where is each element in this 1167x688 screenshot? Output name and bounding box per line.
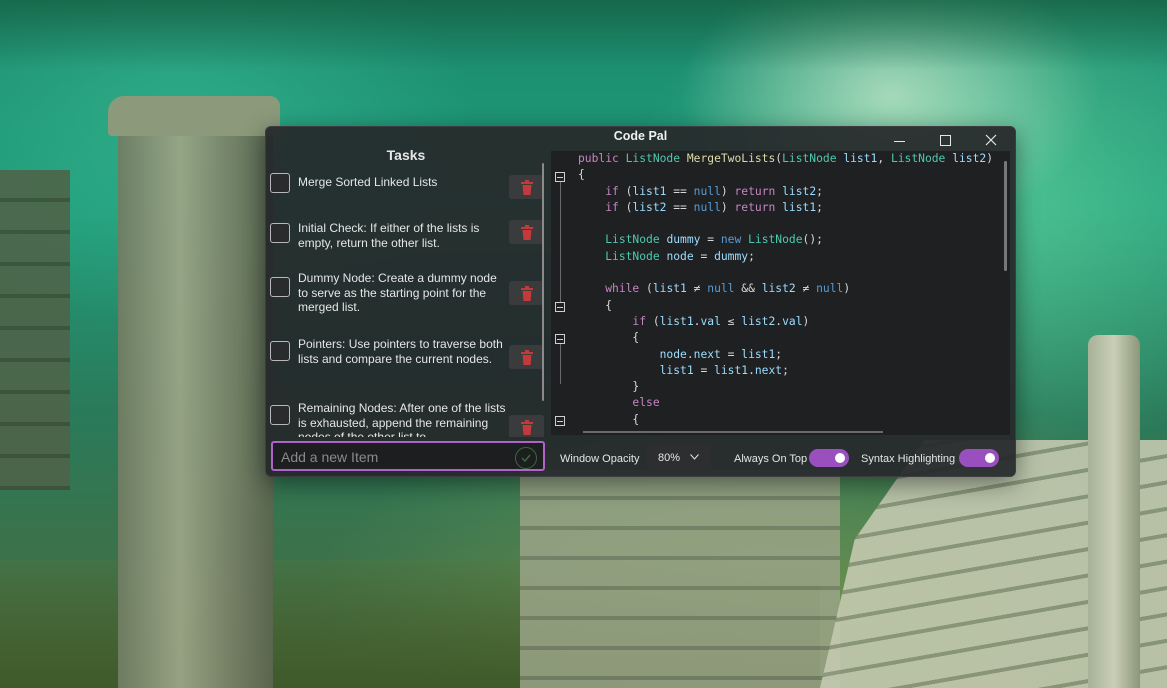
delete-task-button[interactable] <box>509 345 544 369</box>
code-line: ListNode node = dummy; <box>605 249 755 263</box>
background-pillar-left <box>118 100 273 688</box>
background-pillar-capital <box>108 96 280 136</box>
code-line: { <box>578 168 585 182</box>
opacity-value: 80% <box>658 452 681 464</box>
trash-icon <box>520 179 533 195</box>
task-text: Merge Sorted Linked Lists <box>298 175 438 189</box>
code-line: { <box>578 412 640 426</box>
add-item-box <box>271 441 545 471</box>
fold-guide <box>560 182 561 302</box>
task-text: Initial Check: If either of the lists is… <box>298 221 480 250</box>
code-line: public ListNode MergeTwoLists(ListNode l… <box>578 152 994 165</box>
code-line: list1 = list1.next; <box>659 363 789 377</box>
minimize-icon <box>893 140 905 142</box>
code-content: public ListNode MergeTwoLists(ListNode l… <box>578 151 993 428</box>
code-line: ListNode dummy = new ListNode(); <box>605 233 823 247</box>
syntax-highlighting-toggle[interactable] <box>959 449 999 467</box>
always-on-top-label: Always On Top <box>734 453 808 465</box>
editor-gutter <box>551 151 577 435</box>
task-checkbox[interactable] <box>270 173 290 193</box>
delete-task-button[interactable] <box>509 415 544 437</box>
fold-guide <box>560 344 561 384</box>
code-line: else <box>632 396 660 410</box>
close-button[interactable] <box>968 127 1014 153</box>
task-checkbox[interactable] <box>270 341 290 361</box>
check-icon <box>521 454 531 462</box>
task-list-scrollbar[interactable] <box>542 163 544 401</box>
close-icon <box>985 134 997 146</box>
code-line: } <box>578 380 640 394</box>
task-list[interactable]: Merge Sorted Linked Lists Initial Check:… <box>266 167 550 437</box>
code-line: { <box>578 298 613 312</box>
delete-task-button[interactable] <box>509 281 544 305</box>
task-text: Pointers: Use pointers to traverse both … <box>298 337 503 366</box>
delete-task-button[interactable] <box>509 175 544 199</box>
fold-toggle-icon[interactable] <box>555 334 565 344</box>
trash-icon <box>520 285 533 301</box>
code-line: if (list2 == null) return list1; <box>605 200 823 214</box>
fold-toggle-icon[interactable] <box>555 302 565 312</box>
code-line: while (list1 ≠ null && list2 ≠ null) <box>605 282 851 296</box>
code-line: if (list1.val ≤ list2.val) <box>632 314 810 328</box>
code-editor[interactable]: public ListNode MergeTwoLists(ListNode l… <box>551 151 1010 435</box>
tasks-heading: Tasks <box>386 147 426 163</box>
trash-icon <box>520 349 533 365</box>
code-line: node.next = list1; <box>659 347 783 361</box>
trash-icon <box>520 224 533 240</box>
background-pillar-right <box>1088 335 1140 688</box>
maximize-button[interactable] <box>922 127 968 153</box>
background-ruin-wall <box>0 170 70 490</box>
always-on-top-toggle[interactable] <box>809 449 849 467</box>
task-text: Dummy Node: Create a dummy node to serve… <box>298 271 497 314</box>
settings-bar: Window Opacity 80% Always On Top Syntax … <box>551 443 1011 473</box>
app-window: Code Pal Tasks Merge Sorted Linked Lists… <box>265 126 1016 477</box>
fold-toggle-icon[interactable] <box>555 416 565 426</box>
task-text: Remaining Nodes: After one of the lists … <box>298 401 506 437</box>
background-foliage <box>0 0 1167 70</box>
add-item-input[interactable] <box>279 446 511 468</box>
code-line: { <box>578 331 640 345</box>
opacity-label: Window Opacity <box>560 453 640 465</box>
editor-vertical-scrollbar[interactable] <box>1004 161 1007 271</box>
task-checkbox[interactable] <box>270 223 290 243</box>
opacity-dropdown[interactable]: 80% <box>647 443 711 471</box>
background-stone-wall <box>520 470 840 688</box>
editor-horizontal-scrollbar[interactable] <box>583 431 883 433</box>
code-line: if (list1 == null) return list2; <box>605 184 823 198</box>
add-item-confirm-button[interactable] <box>515 447 537 469</box>
minimize-button[interactable] <box>876 127 922 153</box>
syntax-highlighting-label: Syntax Highlighting <box>861 453 956 465</box>
task-checkbox[interactable] <box>270 405 290 425</box>
task-checkbox[interactable] <box>270 277 290 297</box>
fold-toggle-icon[interactable] <box>555 172 565 182</box>
trash-icon <box>520 419 533 435</box>
chevron-down-icon <box>690 454 699 460</box>
delete-task-button[interactable] <box>509 220 544 244</box>
maximize-icon <box>939 134 951 146</box>
